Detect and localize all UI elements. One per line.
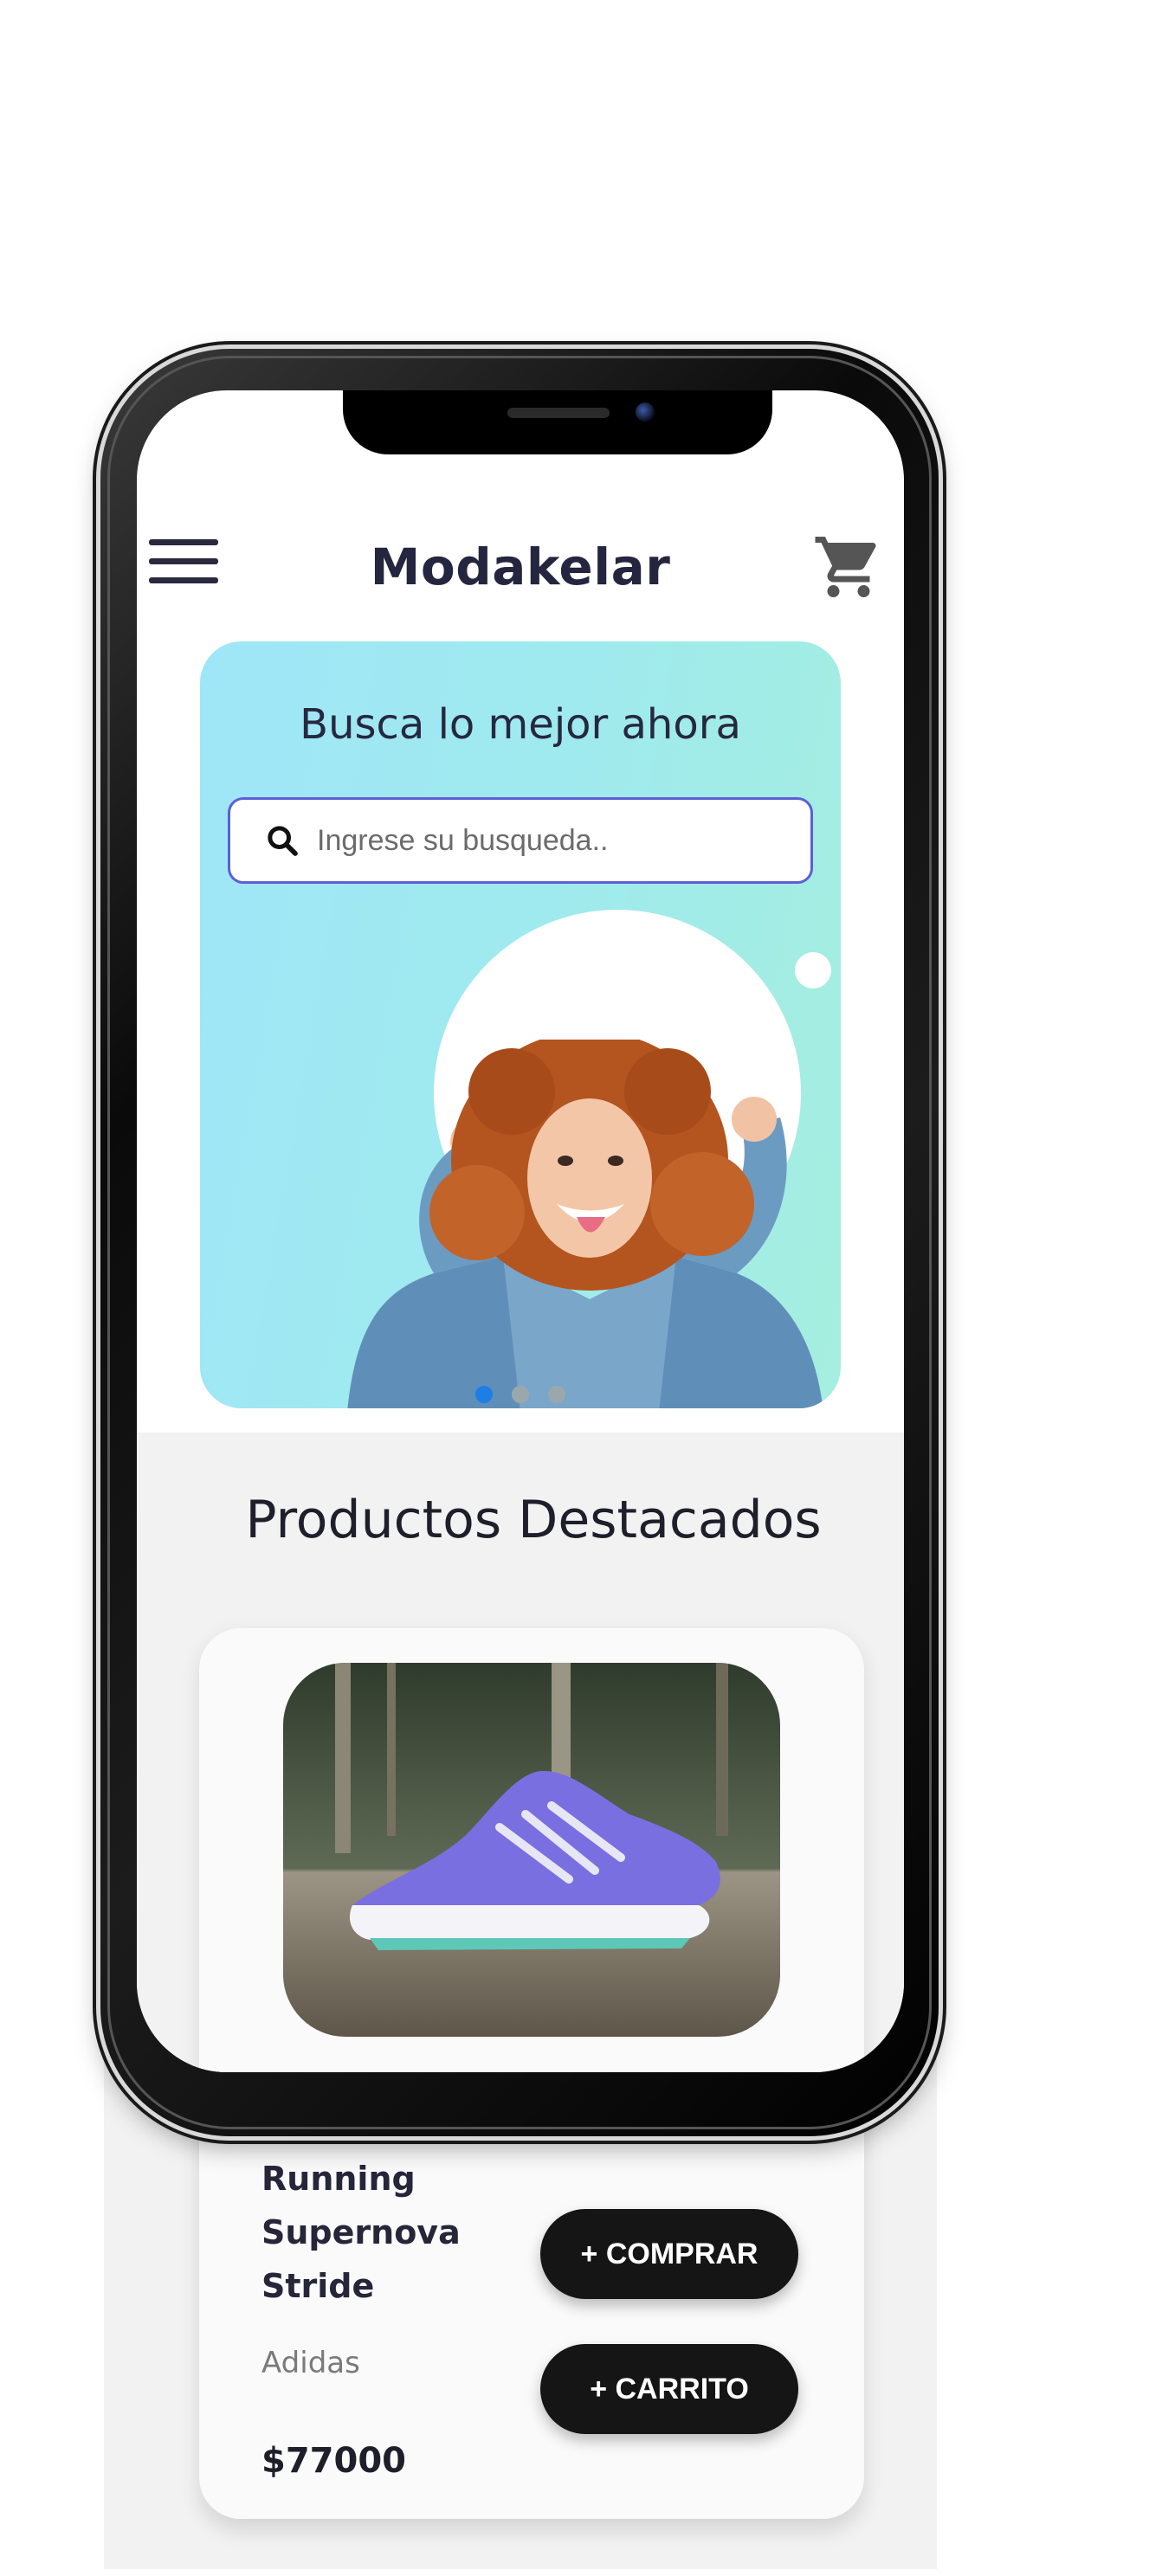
search-icon <box>268 826 298 856</box>
carousel-dot-2[interactable] <box>512 1386 529 1403</box>
buy-button[interactable]: + COMPRAR <box>540 2209 798 2299</box>
carousel-dot-1[interactable] <box>475 1386 493 1403</box>
section-title: Productos Destacados <box>245 1490 822 1550</box>
search-box[interactable] <box>228 797 813 884</box>
hero-model-image <box>347 1040 823 1408</box>
shopping-cart-icon[interactable] <box>812 531 885 603</box>
phone-frame: Modakelar Busca lo mejor ahora Ingrese s… <box>100 349 939 2136</box>
app-stage: Running Supernova Stride Adidas $77000 +… <box>0 0 1149 2576</box>
search-input[interactable] <box>317 823 810 858</box>
phone-screen: Modakelar Busca lo mejor ahora Ingrese s… <box>137 390 904 2072</box>
product-card-details: Running Supernova Stride Adidas $77000 +… <box>199 2112 864 2519</box>
carousel-dots <box>475 1386 565 1403</box>
front-camera-icon <box>636 402 655 422</box>
app-header: Modakelar <box>137 512 904 607</box>
speaker-grille <box>507 408 610 418</box>
hero-banner: Busca lo mejor ahora <box>200 641 841 1408</box>
product-card[interactable] <box>199 1628 864 2072</box>
carousel-dot-3[interactable] <box>548 1386 565 1403</box>
decorative-dot <box>795 952 831 989</box>
product-name: Running Supernova Stride <box>261 2160 461 2305</box>
product-brand: Adidas <box>261 2346 360 2380</box>
product-image[interactable] <box>283 1663 780 2037</box>
hero-title: Busca lo mejor ahora <box>300 700 741 749</box>
product-price: $77000 <box>261 2441 406 2481</box>
phone-notch <box>343 390 772 454</box>
brand-title: Modakelar <box>370 538 671 596</box>
add-to-cart-button[interactable]: + CARRITO <box>540 2344 798 2434</box>
